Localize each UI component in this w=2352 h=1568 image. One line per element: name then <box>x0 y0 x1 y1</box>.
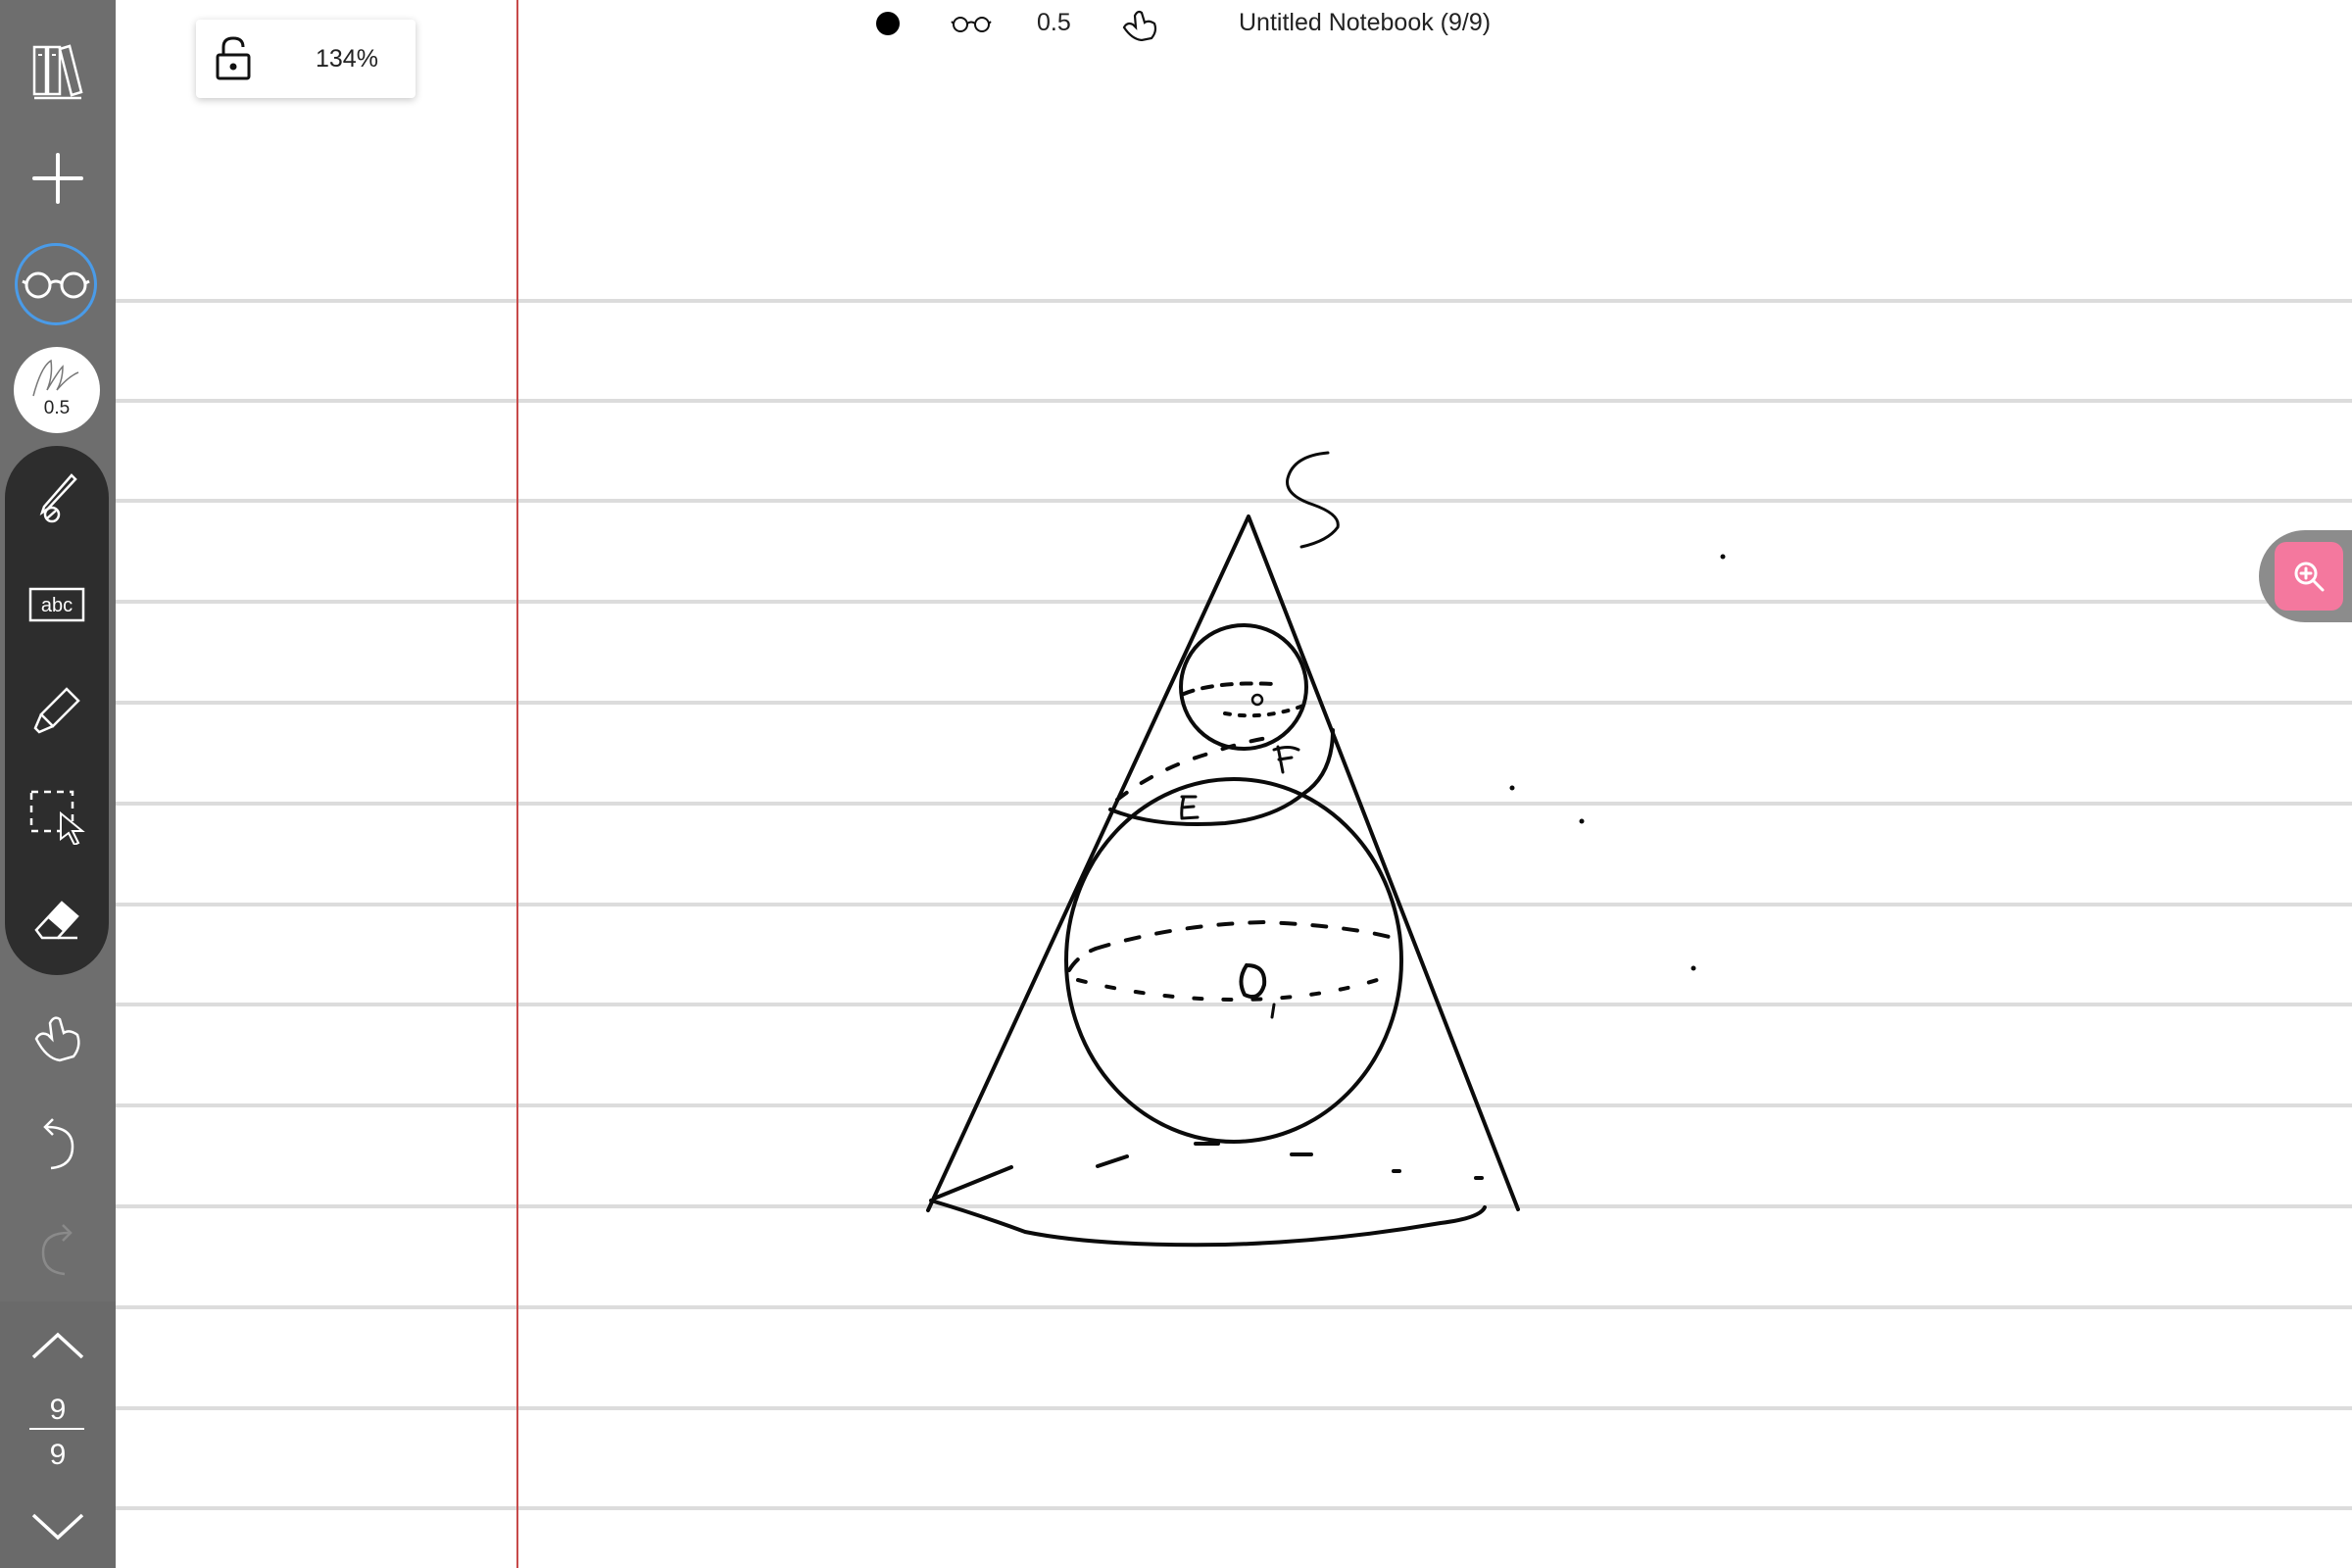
redo-icon <box>41 1224 73 1276</box>
pen-icon <box>39 473 77 523</box>
svg-text:abc: abc <box>41 595 73 616</box>
page-navigator <box>0 1301 116 1568</box>
text-box-icon: abc <box>28 587 85 622</box>
page-number-divider <box>29 1428 84 1430</box>
pen-color-button[interactable] <box>876 12 900 35</box>
point-e-label: E <box>1176 789 1195 823</box>
previous-page-button[interactable] <box>0 1301 116 1390</box>
lock-button[interactable] <box>214 35 259 82</box>
zoom-in-icon <box>2294 562 2325 592</box>
plus-icon <box>32 153 83 204</box>
unlocked-icon <box>216 36 251 80</box>
glasses-icon <box>22 271 90 299</box>
small-sphere-center-label: O <box>1250 688 1263 707</box>
tool-group: abc <box>5 446 109 975</box>
redo-button[interactable] <box>0 1201 116 1299</box>
next-page-button[interactable] <box>0 1486 116 1568</box>
pen-size-label: 0.5 <box>43 398 71 418</box>
add-page-button[interactable] <box>0 129 116 227</box>
zoom-window-tab <box>2259 530 2352 622</box>
total-page-count: 9 <box>49 1439 67 1471</box>
point-f-label: F <box>1272 740 1292 779</box>
apex-label: S <box>1274 441 1311 510</box>
undo-icon <box>43 1118 74 1170</box>
chevron-up-icon <box>31 1332 84 1359</box>
hand-icon <box>34 1016 80 1062</box>
highlighter-icon <box>33 687 80 734</box>
pen-width-value[interactable]: 0.5 <box>1037 9 1071 37</box>
pen-tool-button[interactable] <box>5 446 109 552</box>
left-sidebar: 0.5 abc 9 9 <box>0 0 116 1568</box>
chevron-down-icon <box>31 1513 84 1541</box>
view-mode-indicator[interactable] <box>951 14 992 38</box>
top-toolbar: 0.5 Untitled Notebook (9/9) <box>862 0 1607 49</box>
hand-tool-button[interactable] <box>0 988 116 1086</box>
highlighter-tool-button[interactable] <box>5 658 109 763</box>
zoom-level[interactable]: 134% <box>316 45 378 74</box>
large-sphere-center-label: O <box>1237 960 1267 1005</box>
library-icon <box>32 44 83 100</box>
eraser-tool-button[interactable] <box>5 869 109 975</box>
zoom-lock-card: 134% <box>196 20 416 98</box>
notebook-title[interactable]: Untitled Notebook (9/9) <box>1239 9 1491 37</box>
hand-icon <box>1122 10 1157 42</box>
eraser-icon <box>34 901 79 940</box>
undo-button[interactable] <box>0 1096 116 1194</box>
text-tool-button[interactable]: abc <box>5 552 109 658</box>
glasses-icon <box>951 17 992 32</box>
signature-icon <box>32 359 79 397</box>
handwritten-drawing <box>926 451 1726 1248</box>
read-mode-button[interactable] <box>15 243 97 325</box>
pen-style-button[interactable]: 0.5 <box>14 347 100 433</box>
current-page-number: 9 <box>49 1394 67 1426</box>
zoom-window-button[interactable] <box>2275 542 2343 611</box>
lasso-select-button[interactable] <box>5 763 109 869</box>
library-button[interactable] <box>0 22 116 120</box>
input-mode-indicator[interactable] <box>1121 6 1160 46</box>
select-icon <box>29 790 85 845</box>
